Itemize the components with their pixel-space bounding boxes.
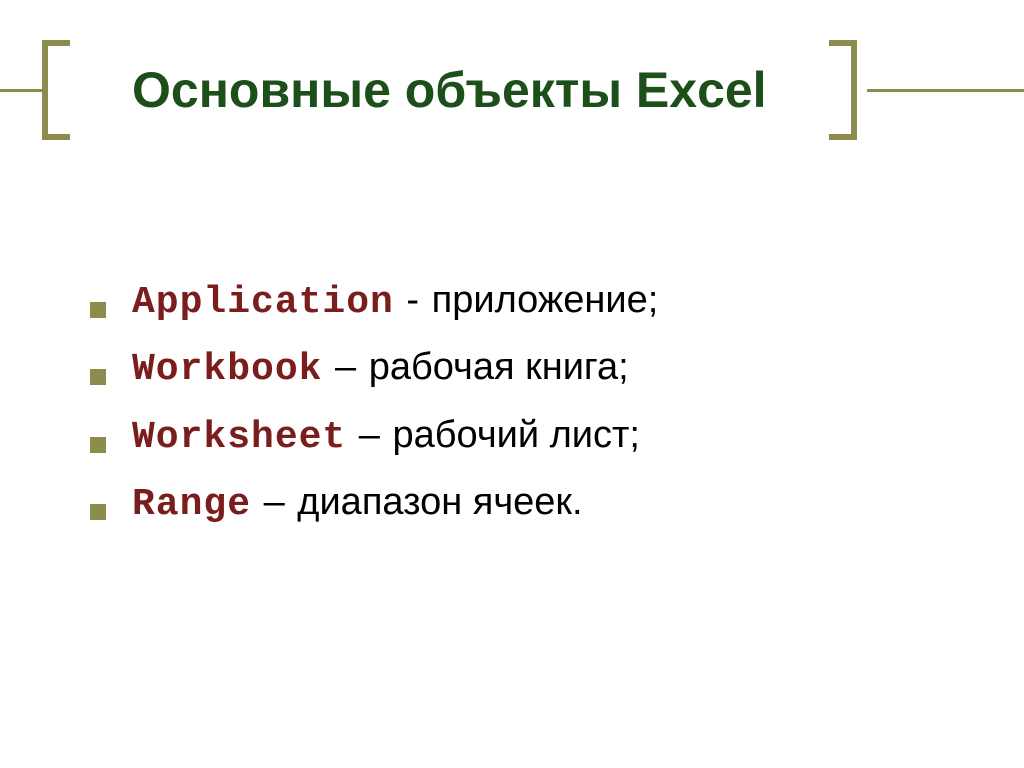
- description: приложение;: [432, 279, 659, 321]
- list-item-text: Application - приложение;: [132, 275, 658, 328]
- list-item: Workbook – рабочая книга;: [90, 342, 964, 395]
- list-item-text: Worksheet – рабочий лист;: [132, 410, 640, 463]
- list-item: Range – диапазон ячеек.: [90, 477, 964, 530]
- square-bullet-icon: [90, 504, 106, 520]
- separator: –: [253, 481, 295, 523]
- description: рабочий лист;: [392, 414, 640, 456]
- title-bar: Основные объекты Excel: [0, 40, 1024, 140]
- list-item: Worksheet – рабочий лист;: [90, 410, 964, 463]
- separator: -: [396, 279, 430, 321]
- term: Worksheet: [132, 416, 346, 459]
- term: Application: [132, 281, 394, 324]
- list-item: Application - приложение;: [90, 275, 964, 328]
- bracket-right-icon: [829, 40, 857, 140]
- square-bullet-icon: [90, 437, 106, 453]
- separator: –: [348, 414, 390, 456]
- rule-left: [0, 89, 42, 92]
- slide-title: Основные объекты Excel: [124, 61, 775, 119]
- list-item-text: Range – диапазон ячеек.: [132, 477, 583, 530]
- term: Range: [132, 483, 251, 526]
- bracket-left-icon: [42, 40, 70, 140]
- square-bullet-icon: [90, 369, 106, 385]
- list-item-text: Workbook – рабочая книга;: [132, 342, 629, 395]
- square-bullet-icon: [90, 302, 106, 318]
- term: Workbook: [132, 348, 322, 391]
- description: рабочая книга;: [369, 346, 629, 388]
- rule-right: [867, 89, 1024, 92]
- slide: Основные объекты Excel Application - при…: [0, 0, 1024, 768]
- description: диапазон ячеек.: [297, 481, 582, 523]
- bullet-list: Application - приложение; Workbook – раб…: [90, 275, 964, 544]
- separator: –: [324, 346, 366, 388]
